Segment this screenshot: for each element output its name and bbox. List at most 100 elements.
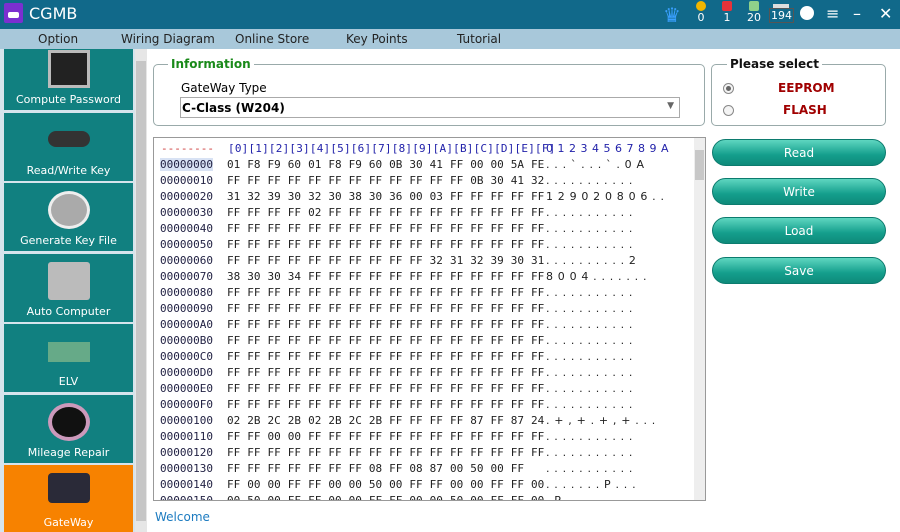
battery-stat: 194 bbox=[769, 1, 794, 23]
menu-wiring-diagram[interactable]: Wiring Diagram bbox=[121, 32, 215, 46]
crown-icon[interactable]: ♛ bbox=[663, 3, 681, 27]
hex-address: 00000150 bbox=[160, 494, 213, 501]
flash-label[interactable]: FLASH bbox=[783, 103, 827, 117]
sidebar-item-mileage-repair[interactable]: Mileage Repair bbox=[4, 394, 133, 463]
coin-icon bbox=[696, 1, 706, 11]
header-ascii: 0 1 2 3 4 5 6 7 8 9 A bbox=[546, 142, 669, 155]
hex-address: 000000B0 bbox=[160, 334, 213, 347]
hex-ascii: . . . . . . . . . . . bbox=[546, 206, 633, 219]
sidebar-item-read-write-key[interactable]: Read/Write Key bbox=[4, 112, 133, 181]
menu-key-points[interactable]: Key Points bbox=[346, 32, 408, 46]
header-address: -------- bbox=[161, 142, 214, 155]
hex-ascii: . . . . . . . . . . . bbox=[546, 318, 633, 331]
hex-bytes: FF FF FF FF FF FF FF FF FF FF 32 31 32 3… bbox=[227, 254, 545, 267]
red-gems-stat: 1 bbox=[716, 1, 738, 24]
load-button[interactable]: Load bbox=[712, 217, 886, 244]
hex-bytes: 01 F8 F9 60 01 F8 F9 60 0B 30 41 FF 00 0… bbox=[227, 158, 545, 171]
hex-address: 00000100 bbox=[160, 414, 213, 427]
hex-ascii: . . . . . . . . . . . bbox=[546, 238, 633, 251]
hex-ascii: . . . . . . . . . . . bbox=[546, 350, 633, 363]
hex-ascii: . . . . . . . . . . . bbox=[546, 174, 633, 187]
hex-address: 00000020 bbox=[160, 190, 213, 203]
hex-ascii: . . . . . . . . . . . bbox=[546, 382, 633, 395]
gateway-module-icon bbox=[48, 473, 90, 503]
hex-editor[interactable]: -------- [0][1][2][3][4][5][6][7][8][9][… bbox=[153, 137, 706, 501]
hex-bytes: 38 30 30 34 FF FF FF FF FF FF FF FF FF F… bbox=[227, 270, 545, 283]
header-columns: [0][1][2][3][4][5][6][7][8][9][A][B][C][… bbox=[228, 142, 556, 155]
user-icon[interactable] bbox=[800, 6, 814, 20]
hex-address: 000000F0 bbox=[160, 398, 213, 411]
hex-bytes: FF FF FF FF FF FF FF FF FF FF FF FF FF F… bbox=[227, 382, 545, 395]
hex-address: 00000090 bbox=[160, 302, 213, 315]
hex-bytes: FF FF FF FF 02 FF FF FF FF FF FF FF FF F… bbox=[227, 206, 545, 219]
menu-icon[interactable]: ≡ bbox=[826, 4, 839, 23]
hex-ascii: . . . . . . . . . . 2 bbox=[546, 254, 636, 267]
hex-scrollbar[interactable] bbox=[694, 138, 705, 500]
hex-address: 00000070 bbox=[160, 270, 213, 283]
gateway-type-value: C-Class (W204) bbox=[182, 101, 285, 115]
hex-bytes: FF FF FF FF FF FF FF FF FF FF FF FF FF F… bbox=[227, 366, 545, 379]
hex-bytes: 02 2B 2C 2B 02 2B 2C 2B FF FF FF FF 87 F… bbox=[227, 414, 545, 427]
sidebar-item-compute-password[interactable]: Compute Password bbox=[4, 49, 133, 110]
hex-ascii: . . . . . . . P . . . bbox=[546, 478, 636, 491]
hex-ascii: . . . . . . . . . . . bbox=[546, 286, 633, 299]
close-icon[interactable]: ✕ bbox=[879, 4, 892, 23]
sidebar-item-auto-computer[interactable]: Auto Computer bbox=[4, 253, 133, 322]
hex-ascii: . . . . . . . . . . . bbox=[546, 430, 633, 443]
sidebar-item-label: Auto Computer bbox=[26, 304, 111, 318]
sidebar-item-elv[interactable]: ELV bbox=[4, 324, 133, 392]
menu-online-store[interactable]: Online Store bbox=[235, 32, 309, 46]
hex-address: 00000040 bbox=[160, 222, 213, 235]
green-gems-count: 20 bbox=[747, 11, 761, 24]
hex-bytes: FF FF FF FF FF FF FF FF FF FF FF FF FF F… bbox=[227, 398, 545, 411]
hex-address: 00000140 bbox=[160, 478, 213, 491]
hex-bytes: FF FF FF FF FF FF FF FF FF FF FF FF FF F… bbox=[227, 350, 545, 363]
hex-bytes: FF FF FF FF FF FF FF FF FF FF FF FF FF F… bbox=[227, 334, 545, 347]
hex-ascii: . . . . . . . . . . . bbox=[546, 398, 633, 411]
keypad-icon bbox=[48, 50, 90, 88]
hex-address: 000000A0 bbox=[160, 318, 213, 331]
hex-bytes: FF 00 00 FF FF 00 00 50 00 FF FF 00 00 F… bbox=[227, 478, 545, 491]
hex-address: 00000050 bbox=[160, 238, 213, 251]
save-button[interactable]: Save bbox=[712, 257, 886, 284]
hex-address: 00000010 bbox=[160, 174, 213, 187]
coins-stat: 0 bbox=[690, 1, 712, 24]
write-button[interactable]: Write bbox=[712, 178, 886, 205]
eeprom-label[interactable]: EEPROM bbox=[778, 81, 835, 95]
hex-bytes: FF FF 00 00 FF FF FF FF FF FF FF FF FF F… bbox=[227, 430, 545, 443]
hex-ascii: . . . ` . . . ` . 0 A bbox=[546, 158, 644, 171]
sidebar-scrollbar[interactable] bbox=[135, 49, 147, 532]
hex-bytes: FF FF FF FF FF FF FF FF FF FF FF FF FF F… bbox=[227, 222, 545, 235]
sidebar: Compute Password Read/Write Key Generate K… bbox=[0, 49, 135, 532]
sidebar-item-label: Generate Key File bbox=[20, 234, 117, 247]
minimize-icon[interactable]: – bbox=[853, 4, 861, 23]
red-gem-icon bbox=[722, 1, 732, 11]
red-gems-count: 1 bbox=[723, 11, 731, 24]
hex-address: 00000060 bbox=[160, 254, 213, 267]
hex-bytes: FF FF FF FF FF FF FF FF FF FF FF FF 0B 3… bbox=[227, 174, 545, 187]
menu-tutorial[interactable]: Tutorial bbox=[457, 32, 501, 46]
hex-ascii: . . . . . . . . . . . bbox=[546, 462, 633, 475]
sidebar-item-label: Mileage Repair bbox=[27, 445, 110, 459]
status-text: Welcome bbox=[155, 510, 210, 524]
sidebar-item-generate-key-file[interactable]: Generate Key File bbox=[4, 183, 133, 251]
battery-count: 194 bbox=[769, 8, 794, 23]
circuit-board-icon bbox=[48, 342, 90, 362]
read-button[interactable]: Read bbox=[712, 139, 886, 166]
hex-ascii: . . . . . . . . . . . bbox=[546, 302, 633, 315]
title-bar: CGMB ♛ 0 1 20 194 ≡ – ✕ bbox=[0, 0, 900, 29]
hex-bytes: FF FF FF FF FF FF FF FF FF FF FF FF FF F… bbox=[227, 238, 545, 251]
sidebar-item-gateway[interactable]: GateWay bbox=[4, 465, 133, 532]
eeprom-radio[interactable] bbox=[723, 83, 734, 94]
hex-ascii: . . . . . . . . . . . bbox=[546, 446, 633, 459]
hex-ascii: 8 0 0 4 . . . . . . . bbox=[546, 270, 647, 283]
flash-radio[interactable] bbox=[723, 105, 734, 116]
information-legend: Information bbox=[168, 57, 254, 71]
hex-address: 00000080 bbox=[160, 286, 213, 299]
gateway-type-label: GateWay Type bbox=[181, 81, 267, 95]
hex-ascii: . + , + . + , + . . . bbox=[546, 414, 656, 427]
menu-option[interactable]: Option bbox=[38, 32, 78, 46]
ecu-icon bbox=[48, 261, 90, 300]
gateway-type-select[interactable]: C-Class (W204) ▼ bbox=[180, 97, 680, 118]
hex-ascii: . . . . . . . . . . . bbox=[546, 222, 633, 235]
